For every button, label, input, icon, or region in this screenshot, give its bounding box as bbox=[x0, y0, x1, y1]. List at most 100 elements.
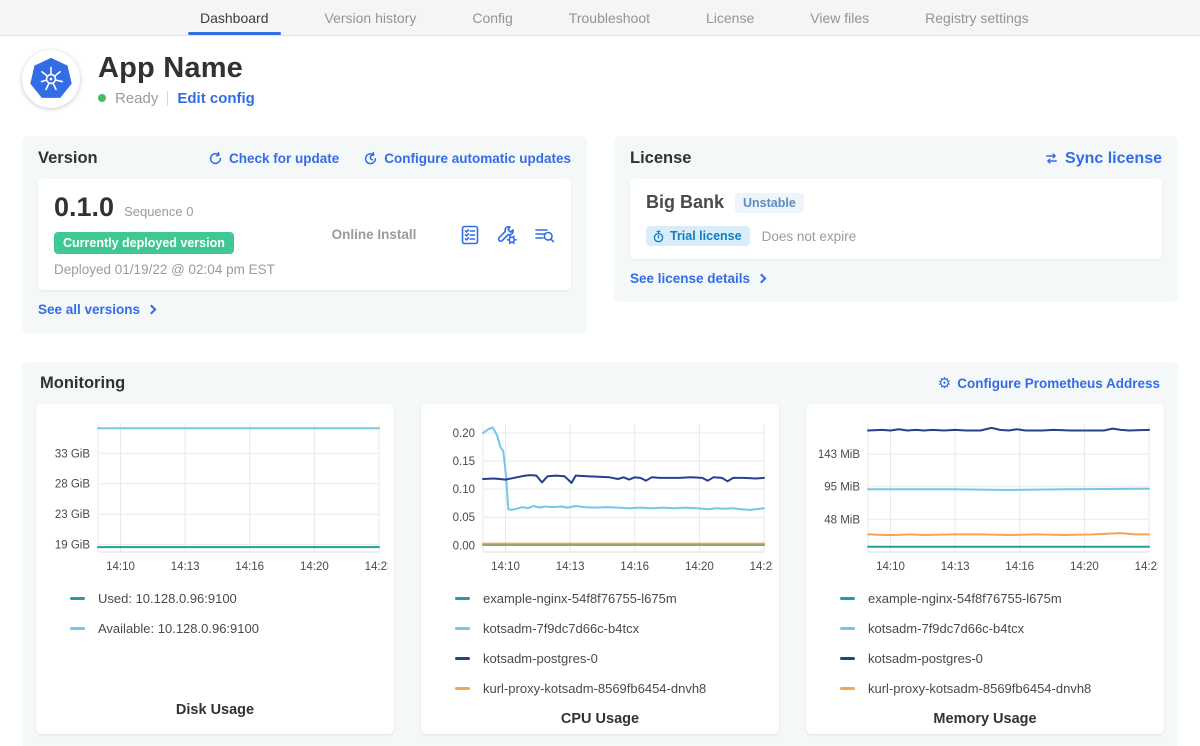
tab-license[interactable]: License bbox=[678, 0, 782, 35]
view-logs-icon[interactable] bbox=[533, 224, 555, 246]
configure-automatic-updates-button[interactable]: Configure automatic updates bbox=[363, 151, 571, 166]
license-card-title: License bbox=[630, 149, 691, 168]
license-card: License Sync license Big Bank Unstable bbox=[614, 136, 1178, 302]
memory-usage-chart-card: 14:1014:1314:1614:2014:2348 MiB95 MiB143… bbox=[806, 404, 1164, 734]
svg-text:23 GiB: 23 GiB bbox=[55, 509, 90, 521]
legend-item: kurl-proxy-kotsadm-8569fb6454-dnvh8 bbox=[840, 681, 1160, 696]
legend-swatch bbox=[455, 597, 470, 600]
sync-arrows-icon bbox=[1044, 151, 1059, 166]
currently-deployed-badge: Currently deployed version bbox=[54, 232, 234, 254]
legend-label: kotsadm-postgres-0 bbox=[483, 651, 598, 666]
svg-text:14:16: 14:16 bbox=[620, 561, 649, 573]
chart-title: Memory Usage bbox=[933, 711, 1036, 731]
svg-text:28 GiB: 28 GiB bbox=[55, 479, 90, 491]
see-license-details-link[interactable]: See license details bbox=[630, 271, 765, 286]
svg-text:14:23: 14:23 bbox=[1135, 561, 1158, 573]
cpu-usage-chart-card: 14:1014:1314:1614:2014:230.000.050.100.1… bbox=[421, 404, 779, 734]
disk-usage-chart: 14:1014:1314:1614:2014:2319 GiB23 GiB28 … bbox=[42, 416, 388, 583]
legend-item: kotsadm-7f9dc7d66c-b4tcx bbox=[840, 621, 1160, 636]
cpu-usage-legend: example-nginx-54f8f76755-l675m kotsadm-7f… bbox=[425, 591, 775, 711]
customer-name: Big Bank bbox=[646, 192, 724, 213]
legend-item: kotsadm-7f9dc7d66c-b4tcx bbox=[455, 621, 775, 636]
legend-swatch bbox=[840, 687, 855, 690]
svg-text:14:23: 14:23 bbox=[365, 561, 388, 573]
tab-view-files[interactable]: View files bbox=[782, 0, 897, 35]
status-text: Ready bbox=[115, 90, 158, 107]
svg-text:143 MiB: 143 MiB bbox=[818, 449, 861, 461]
status-dot bbox=[98, 94, 106, 102]
see-all-versions-link[interactable]: See all versions bbox=[38, 302, 155, 317]
configure-prometheus-link[interactable]: ⚙ Configure Prometheus Address bbox=[938, 376, 1160, 391]
chart-svg: 14:1014:1314:1614:2014:2348 MiB95 MiB143… bbox=[812, 416, 1158, 578]
svg-text:19 GiB: 19 GiB bbox=[55, 540, 90, 552]
legend-item: example-nginx-54f8f76755-l675m bbox=[840, 591, 1160, 606]
memory-usage-chart: 14:1014:1314:1614:2014:2348 MiB95 MiB143… bbox=[812, 416, 1158, 583]
svg-text:0.10: 0.10 bbox=[453, 484, 475, 496]
svg-text:14:20: 14:20 bbox=[685, 561, 714, 573]
legend-item: example-nginx-54f8f76755-l675m bbox=[455, 591, 775, 606]
check-for-update-button[interactable]: Check for update bbox=[208, 151, 339, 166]
svg-text:14:13: 14:13 bbox=[556, 561, 585, 573]
config-tools-icon[interactable] bbox=[496, 224, 518, 246]
legend-label: Available: 10.128.0.96:9100 bbox=[98, 621, 259, 636]
version-card: Version Check for update Configure au bbox=[22, 136, 587, 333]
legend-label: kotsadm-7f9dc7d66c-b4tcx bbox=[483, 621, 639, 636]
sequence-label: Sequence 0 bbox=[124, 204, 193, 219]
legend-swatch bbox=[70, 627, 85, 630]
monitoring-title: Monitoring bbox=[40, 374, 125, 393]
monitoring-section: Monitoring ⚙ Configure Prometheus Addres… bbox=[22, 362, 1178, 746]
refresh-icon bbox=[208, 151, 223, 166]
legend-swatch bbox=[840, 597, 855, 600]
memory-usage-legend: example-nginx-54f8f76755-l675m kotsadm-7f… bbox=[810, 591, 1160, 711]
svg-text:0.05: 0.05 bbox=[453, 512, 475, 524]
tab-troubleshoot[interactable]: Troubleshoot bbox=[541, 0, 678, 35]
tab-dashboard[interactable]: Dashboard bbox=[172, 0, 297, 35]
svg-text:14:20: 14:20 bbox=[300, 561, 329, 573]
tab-registry-settings[interactable]: Registry settings bbox=[897, 0, 1056, 35]
svg-text:48 MiB: 48 MiB bbox=[824, 514, 860, 526]
legend-label: example-nginx-54f8f76755-l675m bbox=[483, 591, 677, 606]
tab-version-history[interactable]: Version history bbox=[297, 0, 445, 35]
legend-label: kotsadm-postgres-0 bbox=[868, 651, 983, 666]
channel-badge: Unstable bbox=[735, 193, 804, 213]
expiration-text: Does not expire bbox=[762, 229, 857, 244]
legend-label: kurl-proxy-kotsadm-8569fb6454-dnvh8 bbox=[868, 681, 1091, 696]
legend-swatch bbox=[840, 657, 855, 660]
legend-swatch bbox=[70, 597, 85, 600]
legend-item: kurl-proxy-kotsadm-8569fb6454-dnvh8 bbox=[455, 681, 775, 696]
svg-text:14:10: 14:10 bbox=[491, 561, 520, 573]
install-type-label: Online Install bbox=[289, 227, 459, 242]
legend-item: Used: 10.128.0.96:9100 bbox=[70, 591, 390, 606]
svg-text:95 MiB: 95 MiB bbox=[824, 482, 860, 494]
tab-config[interactable]: Config bbox=[444, 0, 540, 35]
sync-license-button[interactable]: Sync license bbox=[1044, 150, 1162, 168]
legend-swatch bbox=[840, 627, 855, 630]
legend-label: kurl-proxy-kotsadm-8569fb6454-dnvh8 bbox=[483, 681, 706, 696]
svg-text:0.00: 0.00 bbox=[453, 540, 475, 552]
app-logo bbox=[22, 50, 80, 108]
legend-swatch bbox=[455, 627, 470, 630]
chart-svg: 14:1014:1314:1614:2014:230.000.050.100.1… bbox=[427, 416, 773, 578]
chart-svg: 14:1014:1314:1614:2014:2319 GiB23 GiB28 … bbox=[42, 416, 388, 578]
svg-text:14:16: 14:16 bbox=[235, 561, 264, 573]
legend-swatch bbox=[455, 687, 470, 690]
legend-label: Used: 10.128.0.96:9100 bbox=[98, 591, 237, 606]
tab-bar: DashboardVersion historyConfigTroublesho… bbox=[172, 0, 1057, 35]
legend-label: kotsadm-7f9dc7d66c-b4tcx bbox=[868, 621, 1024, 636]
svg-text:14:10: 14:10 bbox=[876, 561, 905, 573]
release-notes-icon[interactable] bbox=[459, 224, 481, 246]
version-number: 0.1.0 bbox=[54, 192, 114, 223]
disk-usage-chart-card: 14:1014:1314:1614:2014:2319 GiB23 GiB28 … bbox=[36, 404, 394, 734]
chart-title: Disk Usage bbox=[176, 702, 254, 722]
version-card-title: Version bbox=[38, 149, 98, 168]
svg-text:0.15: 0.15 bbox=[453, 456, 475, 468]
deployed-timestamp: Deployed 01/19/22 @ 02:04 pm EST bbox=[54, 262, 289, 277]
legend-item: kotsadm-postgres-0 bbox=[455, 651, 775, 666]
chart-title: CPU Usage bbox=[561, 711, 639, 731]
divider bbox=[167, 91, 168, 106]
chevron-right-icon bbox=[757, 274, 767, 284]
edit-config-link[interactable]: Edit config bbox=[177, 90, 255, 107]
svg-text:14:13: 14:13 bbox=[941, 561, 970, 573]
legend-item: Available: 10.128.0.96:9100 bbox=[70, 621, 390, 636]
svg-text:33 GiB: 33 GiB bbox=[55, 448, 90, 460]
